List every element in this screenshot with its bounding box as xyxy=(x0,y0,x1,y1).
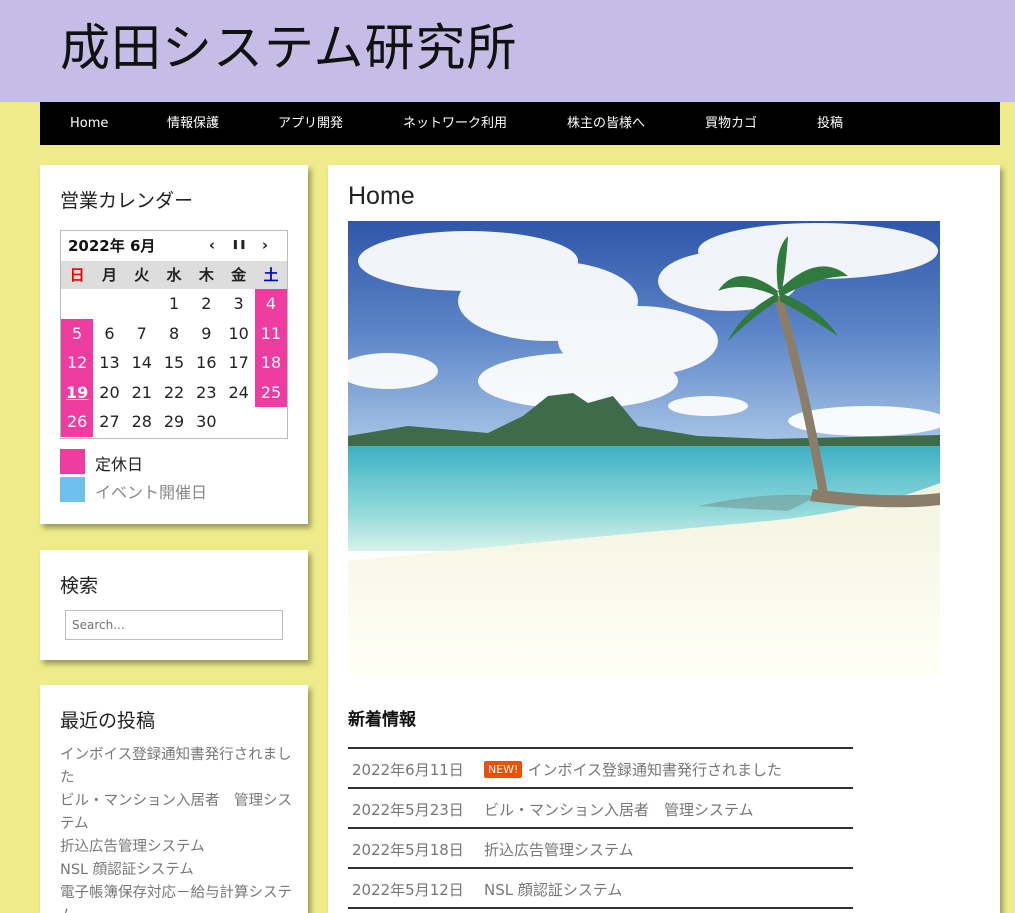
nav-item-info-protection[interactable]: 情報保護 xyxy=(167,102,219,145)
recent-posts-title: 最近の投稿 xyxy=(60,710,156,732)
weekday-label: 月 xyxy=(101,266,117,284)
nav-item-network[interactable]: ネットワーク利用 xyxy=(403,102,507,145)
main-content: Home 新着情報 2022年6月11日 NEW! インボイス登録通知書発行され… xyxy=(328,165,1000,913)
calendar-day[interactable]: 5 xyxy=(61,318,94,348)
calendar-empty-cell xyxy=(61,289,93,319)
calendar-day[interactable]: 8 xyxy=(158,319,190,349)
calendar-weekday-row: 日月火水木金土 xyxy=(61,261,287,289)
calendar-day[interactable]: 18 xyxy=(254,348,288,378)
calendar-day[interactable]: 24 xyxy=(223,378,255,408)
site-header: 成田システム研究所 xyxy=(0,0,1015,102)
calendar-day[interactable]: 25 xyxy=(254,377,288,407)
calendar-day[interactable]: 7 xyxy=(126,319,158,349)
calendar-day[interactable]: 14 xyxy=(126,348,158,378)
pause-icon[interactable]: ❚❚ xyxy=(230,240,248,250)
weekday-label: 金 xyxy=(231,266,247,284)
nav-item-home[interactable]: Home xyxy=(70,102,108,145)
event-day-legend: イベント開催日 xyxy=(95,483,208,502)
nav-item-cart[interactable]: 買物カゴ xyxy=(705,102,757,145)
calendar-day[interactable]: 11 xyxy=(254,318,288,348)
recent-post-link[interactable]: 折込広告管理システム xyxy=(60,836,292,859)
site-title[interactable]: 成田システム研究所 xyxy=(60,14,518,82)
recent-post-link[interactable]: NSL 顔認証システム xyxy=(60,859,292,882)
closed-day-legend: 定休日 xyxy=(95,455,144,474)
news-title-link[interactable]: NEW! インボイス登録通知書発行されました xyxy=(484,759,782,780)
calendar-day[interactable]: 29 xyxy=(158,407,190,437)
recent-post-link[interactable]: インボイス登録通知書発行されました xyxy=(60,744,292,790)
nav-item-shareholders[interactable]: 株主の皆様へ xyxy=(567,102,645,145)
weekday-label: 日 xyxy=(69,266,85,284)
calendar-empty-cell xyxy=(255,407,287,437)
search-widget: 検索 xyxy=(40,550,308,660)
news-row: 2022年5月18日 折込広告管理システム xyxy=(348,829,853,869)
news-title-link[interactable]: NSL 顔認証システム xyxy=(484,879,622,900)
calendar-day[interactable]: 19 xyxy=(61,377,94,407)
calendar-day[interactable]: 9 xyxy=(190,319,222,349)
calendar-day[interactable]: 6 xyxy=(93,319,125,349)
news-date: 2022年5月12日 xyxy=(352,881,464,899)
calendar-month-label: 2022年 6月 xyxy=(68,237,156,255)
calendar-day[interactable]: 30 xyxy=(190,407,222,437)
weekday-label: 木 xyxy=(198,266,214,284)
recent-post-link[interactable]: ビル・マンション入居者 管理システム￼ xyxy=(60,790,292,836)
prev-month-icon[interactable]: ‹ xyxy=(203,236,221,254)
page-title: Home xyxy=(348,182,415,210)
calendar-day[interactable]: 16 xyxy=(190,348,222,378)
calendar-day[interactable]: 1 xyxy=(158,289,190,319)
news-title-link[interactable]: 折込広告管理システム xyxy=(484,839,634,860)
news-table: 2022年6月11日 NEW! インボイス登録通知書発行されました 2022年5月… xyxy=(348,747,853,909)
main-navigation: Home 情報保護 アプリ開発 ネットワーク利用 株主の皆様へ 買物カゴ 投稿 xyxy=(40,102,1000,145)
calendar-day[interactable]: 23 xyxy=(190,378,222,408)
calendar-day[interactable]: 3 xyxy=(223,289,255,319)
calendar-day[interactable]: 27 xyxy=(93,407,125,437)
weekday-label: 水 xyxy=(166,266,182,284)
news-date: 2022年5月23日 xyxy=(352,801,464,819)
news-heading: 新着情報 xyxy=(348,710,416,730)
calendar-widget: 営業カレンダー 2022年 6月 ‹ ❚❚ › 日月火水木金土 12345678… xyxy=(40,165,308,524)
calendar-day[interactable]: 20 xyxy=(93,378,125,408)
news-title-link[interactable]: ビル・マンション入居者 管理システム￼ xyxy=(484,799,754,820)
calendar-day[interactable]: 12 xyxy=(61,348,94,378)
calendar-day[interactable]: 10 xyxy=(223,319,255,349)
news-row: 2022年5月23日 ビル・マンション入居者 管理システム￼ xyxy=(348,789,853,829)
weekday-label: 火 xyxy=(134,266,150,284)
calendar-day[interactable]: 22 xyxy=(158,378,190,408)
news-row: 2022年5月12日 NSL 顔認証システム xyxy=(348,869,853,909)
new-badge: NEW! xyxy=(484,761,523,778)
news-row: 2022年6月11日 NEW! インボイス登録通知書発行されました xyxy=(348,749,853,789)
calendar-empty-cell xyxy=(93,289,125,319)
calendar-header: 2022年 6月 ‹ ❚❚ › xyxy=(61,231,287,261)
calendar-day[interactable]: 28 xyxy=(126,407,158,437)
nav-item-posts[interactable]: 投稿 xyxy=(817,102,843,145)
weekday-label: 土 xyxy=(263,266,279,284)
hero-image-beach xyxy=(348,221,940,674)
news-date: 2022年6月11日 xyxy=(352,761,464,779)
news-title-text[interactable]: インボイス登録通知書発行されました xyxy=(527,761,782,779)
calendar-day[interactable]: 15 xyxy=(158,348,190,378)
calendar-day[interactable]: 17 xyxy=(223,348,255,378)
calendar-widget-title: 営業カレンダー xyxy=(60,190,194,212)
next-month-icon[interactable]: › xyxy=(256,236,274,254)
news-date: 2022年5月18日 xyxy=(352,841,464,859)
beach-palm-illustration xyxy=(348,221,940,674)
business-calendar: 2022年 6月 ‹ ❚❚ › 日月火水木金土 1 2 3 4 5 6 7 8 9 10 11 12 1… xyxy=(60,230,288,439)
search-input[interactable] xyxy=(65,610,283,640)
closed-day-swatch xyxy=(60,449,85,474)
recent-post-link[interactable]: 電子帳簿保存対応－給与計算システム xyxy=(60,882,292,913)
calendar-day[interactable]: 13 xyxy=(93,348,125,378)
calendar-empty-cell xyxy=(126,289,158,319)
calendar-day[interactable]: 21 xyxy=(126,378,158,408)
recent-posts-widget: 最近の投稿 インボイス登録通知書発行されました ビル・マンション入居者 管理シス… xyxy=(40,685,308,913)
event-day-swatch xyxy=(60,477,85,502)
calendar-day[interactable]: 26 xyxy=(61,407,94,437)
calendar-day[interactable]: 4 xyxy=(254,289,288,319)
nav-item-app-development[interactable]: アプリ開発 xyxy=(278,102,343,145)
search-widget-title: 検索 xyxy=(60,575,99,597)
calendar-day[interactable]: 2 xyxy=(190,289,222,319)
calendar-empty-cell xyxy=(223,407,255,437)
